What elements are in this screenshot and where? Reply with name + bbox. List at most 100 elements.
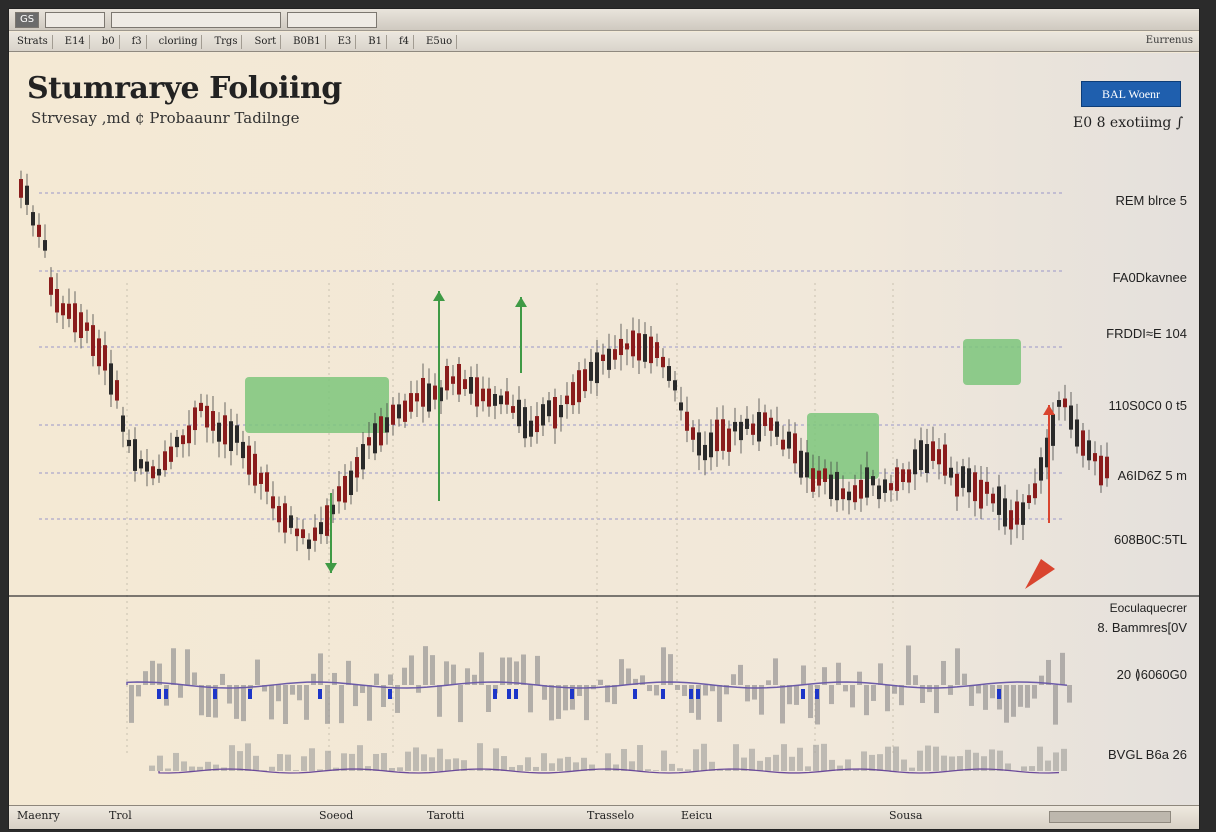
volume-bar xyxy=(413,747,419,771)
volume-bar xyxy=(901,759,907,771)
toolbar: Strats E14 b0 f3 cloriing Trgs Sort B0B1… xyxy=(9,32,1199,52)
toolbar-item[interactable]: f4 xyxy=(395,34,415,49)
histogram-bar xyxy=(969,685,974,706)
candlestick xyxy=(91,325,95,356)
price-chart[interactable] xyxy=(9,53,1199,805)
volume-bar xyxy=(173,752,179,771)
toolbar-item[interactable]: E5uo xyxy=(422,34,458,49)
toolbar-item[interactable]: cloriing xyxy=(155,34,203,49)
toolbar-right-label[interactable]: Eurrenus xyxy=(1146,35,1193,46)
volume-bar xyxy=(781,744,787,771)
candlestick xyxy=(859,479,863,499)
histogram-bar xyxy=(451,664,456,685)
candlestick xyxy=(205,405,209,428)
green-zone xyxy=(963,339,1021,385)
window-tab[interactable] xyxy=(45,11,106,28)
candlestick xyxy=(445,365,449,391)
histogram-bar xyxy=(1018,685,1023,707)
candlestick xyxy=(1069,405,1073,430)
candlestick xyxy=(739,421,743,441)
toolbar-item[interactable]: E14 xyxy=(61,34,90,49)
trading-window: GS Strats E14 b0 f3 cloriing Trgs Sort B… xyxy=(8,8,1200,830)
volume-bar xyxy=(549,763,555,771)
candlestick xyxy=(481,388,485,402)
toolbar-item[interactable]: B0B1 xyxy=(289,34,326,49)
histogram-bar xyxy=(563,685,568,711)
candlestick xyxy=(55,288,59,313)
histogram-bar xyxy=(206,685,211,717)
candlestick xyxy=(1015,501,1019,525)
histogram-bar xyxy=(192,672,197,685)
candlestick xyxy=(391,404,395,425)
volume-bar xyxy=(645,769,651,771)
candlestick xyxy=(493,393,497,406)
candlestick xyxy=(433,385,437,400)
candlestick xyxy=(817,470,821,486)
candlestick xyxy=(589,361,593,381)
volume-bar xyxy=(685,769,691,771)
candlestick xyxy=(367,437,371,446)
candlestick xyxy=(325,505,329,536)
window-tab[interactable] xyxy=(287,11,378,28)
app-logo[interactable]: GS xyxy=(15,11,40,28)
volume-bar xyxy=(181,761,187,771)
candlestick xyxy=(235,425,239,443)
histogram-bar xyxy=(430,655,435,685)
action-button[interactable]: BAL Woenr xyxy=(1081,81,1181,107)
histogram-bar xyxy=(661,647,666,685)
candlestick xyxy=(241,441,245,459)
time-axis-label: Trasselo xyxy=(587,809,635,822)
histogram-bar xyxy=(717,685,722,722)
signal-bar xyxy=(570,689,574,699)
volume-bar xyxy=(245,743,251,771)
candlestick xyxy=(397,404,401,419)
histogram-bar xyxy=(241,685,246,722)
histogram-bar xyxy=(423,646,428,685)
volume-bar xyxy=(925,745,931,771)
toolbar-item[interactable]: Strats xyxy=(13,34,53,49)
histogram-bar xyxy=(416,685,421,693)
histogram-bar xyxy=(367,685,372,721)
page-title: Stumrarye Foloiing xyxy=(27,71,342,106)
histogram-bar xyxy=(976,685,981,694)
candlestick xyxy=(175,436,179,448)
candlestick xyxy=(19,179,23,198)
candlestick xyxy=(541,404,545,426)
candlestick xyxy=(889,483,893,491)
candlestick xyxy=(583,369,587,392)
toolbar-item[interactable]: E3 xyxy=(334,34,357,49)
histogram-bar xyxy=(129,685,134,723)
candlestick xyxy=(637,333,641,361)
volume-bar xyxy=(669,763,675,771)
toolbar-item[interactable]: b0 xyxy=(98,34,120,49)
volume-bar xyxy=(605,753,611,771)
candlestick xyxy=(955,473,959,497)
toolbar-item[interactable]: f3 xyxy=(128,34,147,49)
signal-bar xyxy=(248,689,252,699)
histogram-bar xyxy=(675,685,680,690)
candlestick xyxy=(847,491,851,501)
histogram-bar xyxy=(143,671,148,685)
candlestick xyxy=(679,402,683,411)
header-note: E0 8 exotiimg ∫ xyxy=(1073,115,1184,131)
histogram-bar xyxy=(325,685,330,724)
window-tab[interactable] xyxy=(111,11,282,28)
histogram-bar xyxy=(486,685,491,713)
candlestick xyxy=(733,421,737,432)
toolbar-item[interactable]: Trgs xyxy=(210,34,243,49)
volume-bar xyxy=(541,753,547,771)
histogram-bar xyxy=(171,648,176,685)
toolbar-item[interactable]: B1 xyxy=(364,34,387,49)
candlestick xyxy=(1039,457,1043,481)
histogram-bar xyxy=(668,654,673,685)
volume-bar xyxy=(973,752,979,771)
time-axis-label: Maenry xyxy=(17,809,60,822)
candlestick xyxy=(769,417,773,431)
scroll-thumb[interactable] xyxy=(1049,811,1171,823)
histogram-bar xyxy=(542,685,547,700)
toolbar-item[interactable]: Sort xyxy=(250,34,282,49)
signal-bar xyxy=(514,689,518,699)
volume-bar xyxy=(1021,766,1027,771)
candlestick xyxy=(595,352,599,384)
candlestick xyxy=(319,522,323,535)
